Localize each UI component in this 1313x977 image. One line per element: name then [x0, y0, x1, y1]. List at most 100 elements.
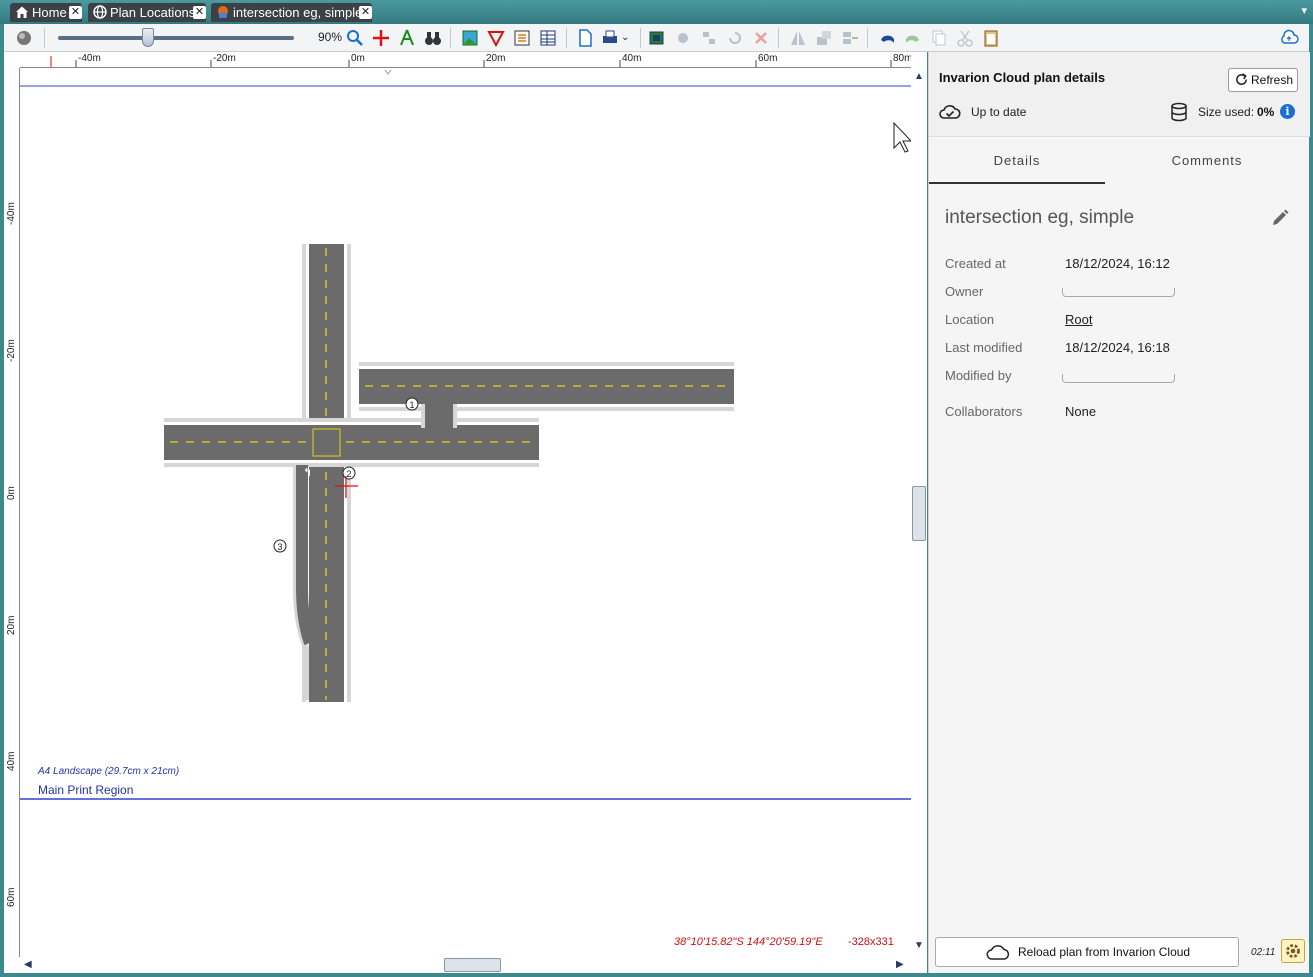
paste-icon[interactable] — [981, 28, 1001, 48]
horizontal-scrollbar[interactable]: ◀ ▶ — [20, 957, 911, 973]
modified-value: 18/12/2024, 16:18 — [1065, 340, 1170, 355]
zoom-slider-thumb[interactable] — [141, 28, 154, 47]
location-label: Location — [945, 312, 995, 327]
delete-icon[interactable] — [751, 28, 771, 48]
horizontal-ruler: -40m -20m 0m 20m 40m 60m 80m — [20, 52, 911, 68]
globe-sphere-icon[interactable] — [14, 28, 34, 48]
tab-details[interactable]: Details — [929, 138, 1105, 184]
marker-2[interactable]: 2 — [342, 466, 356, 480]
turn-arrow-icon: ↰ — [303, 467, 312, 479]
select-icon[interactable] — [647, 28, 667, 48]
print-region-size: A4 Landscape (29.7cm x 21cm) — [38, 766, 180, 777]
flip-icon[interactable] — [788, 28, 808, 48]
stack-icon[interactable] — [814, 28, 834, 48]
intersection-box[interactable] — [309, 425, 344, 460]
distribute-icon[interactable] — [840, 28, 860, 48]
panel-header: Invarion Cloud plan details Refresh Up t… — [929, 52, 1310, 137]
group-icon[interactable] — [673, 28, 693, 48]
svg-text:3: 3 — [277, 542, 282, 552]
binoculars-icon[interactable] — [423, 28, 443, 48]
zoom-slider[interactable] — [58, 36, 294, 40]
scroll-up-icon[interactable]: ▲ — [914, 71, 924, 82]
ruler-ticks — [50, 56, 892, 67]
chevron-down-icon — [384, 69, 392, 75]
ruler-label: -40m — [6, 202, 17, 225]
ruler-label: 60m — [6, 887, 17, 907]
cloud-icon — [986, 945, 1010, 960]
cloud-check-icon — [939, 105, 961, 119]
close-icon[interactable]: ✕ — [359, 6, 372, 19]
svg-text:1: 1 — [409, 400, 414, 410]
table-icon[interactable] — [538, 28, 558, 48]
reload-plan-button[interactable]: Reload plan from Invarion Cloud — [935, 937, 1239, 967]
location-link[interactable]: Root — [1065, 312, 1092, 327]
scroll-right-icon[interactable]: ▶ — [896, 959, 904, 970]
marker-1[interactable]: 1 — [405, 397, 419, 411]
cloud-sync-icon[interactable] — [1279, 28, 1299, 48]
tab-plan-locations[interactable]: Plan Locations ✕ — [88, 3, 206, 22]
created-label: Created at — [945, 256, 1006, 271]
gear-icon[interactable] — [1281, 939, 1305, 963]
cloud-details-panel: Invarion Cloud plan details Refresh Up t… — [928, 52, 1310, 973]
tab-home[interactable]: Home ✕ — [10, 3, 82, 22]
chevron-down-icon[interactable]: ⌄ — [621, 32, 641, 52]
ruler-label: -20m — [6, 339, 17, 362]
plan-drawing[interactable]: ↰ 1 2 3 — [20, 68, 911, 957]
info-icon[interactable]: i — [1280, 104, 1295, 119]
new-page-icon[interactable] — [575, 28, 595, 48]
print-icon[interactable] — [600, 28, 620, 48]
scroll-left-icon[interactable]: ◀ — [24, 959, 32, 970]
plan-canvas[interactable]: -40m -20m 0m 20m 40m 60m 80m -40m -20m 0… — [4, 52, 927, 973]
toolbar: 90% ⌄ — [4, 24, 1309, 52]
modified-by-field — [1062, 374, 1175, 383]
size-value: 0% — [1257, 105, 1275, 119]
vertical-scrollbar[interactable]: ▲ ▼ — [911, 68, 927, 957]
redo-icon[interactable] — [903, 28, 923, 48]
svg-text:2: 2 — [346, 469, 351, 479]
filter-icon[interactable] — [486, 28, 506, 48]
panel-title: Invarion Cloud plan details — [939, 70, 1106, 85]
ruler-label: 20m — [6, 615, 17, 635]
refresh-label: Refresh — [1251, 73, 1294, 87]
modified-label: Last modified — [945, 340, 1023, 355]
collaborators-label: Collaborators — [945, 404, 1023, 419]
clock: 02:11 — [1251, 947, 1276, 958]
move-cross-icon[interactable] — [371, 28, 391, 48]
copy-icon[interactable] — [929, 28, 949, 48]
refresh-button[interactable]: Refresh — [1228, 68, 1298, 92]
owner-field — [1062, 288, 1175, 297]
tab-comments[interactable]: Comments — [1112, 138, 1302, 184]
size-label: Size used: — [1198, 105, 1255, 119]
undo-icon[interactable] — [877, 28, 897, 48]
vertical-scroll-thumb[interactable] — [912, 486, 926, 541]
image-icon[interactable] — [460, 28, 480, 48]
reload-label: Reload plan from Invarion Cloud — [1018, 945, 1191, 959]
close-icon[interactable]: ✕ — [69, 6, 82, 19]
zoom-icon[interactable] — [345, 28, 365, 48]
cursor-position: -328x331 — [848, 936, 894, 948]
horizontal-scroll-thumb[interactable] — [444, 958, 501, 972]
print-region-name[interactable]: Main Print Region — [38, 783, 133, 797]
chevron-down-icon[interactable]: ▾ — [1301, 4, 1307, 17]
vertical-ruler: -40m -20m 0m 20m 40m 60m — [4, 68, 20, 957]
refresh-icon — [1236, 73, 1247, 85]
pencil-icon[interactable] — [1270, 208, 1290, 228]
ruler-label: 40m — [6, 751, 17, 771]
tab-intersection-plan[interactable]: intersection eg, simple ✕ — [211, 3, 372, 22]
collaborators-value: None — [1065, 404, 1097, 419]
cut-icon[interactable] — [955, 28, 975, 48]
close-icon[interactable]: ✕ — [193, 6, 206, 19]
road-horizontal[interactable] — [164, 418, 539, 467]
align-icon[interactable] — [699, 28, 719, 48]
owner-label: Owner — [945, 284, 984, 299]
scroll-down-icon[interactable]: ▼ — [914, 940, 924, 951]
globe-icon — [93, 5, 107, 19]
list-icon[interactable] — [512, 28, 532, 48]
home-icon — [16, 6, 28, 18]
measure-icon[interactable] — [397, 28, 417, 48]
plan-icon — [218, 6, 228, 18]
rotate-icon[interactable] — [725, 28, 745, 48]
geo-coordinates: 38°10'15.82"S 144°20'59.19"E — [674, 936, 823, 948]
modified-by-label: Modified by — [945, 368, 1012, 383]
marker-3[interactable]: 3 — [273, 539, 287, 553]
